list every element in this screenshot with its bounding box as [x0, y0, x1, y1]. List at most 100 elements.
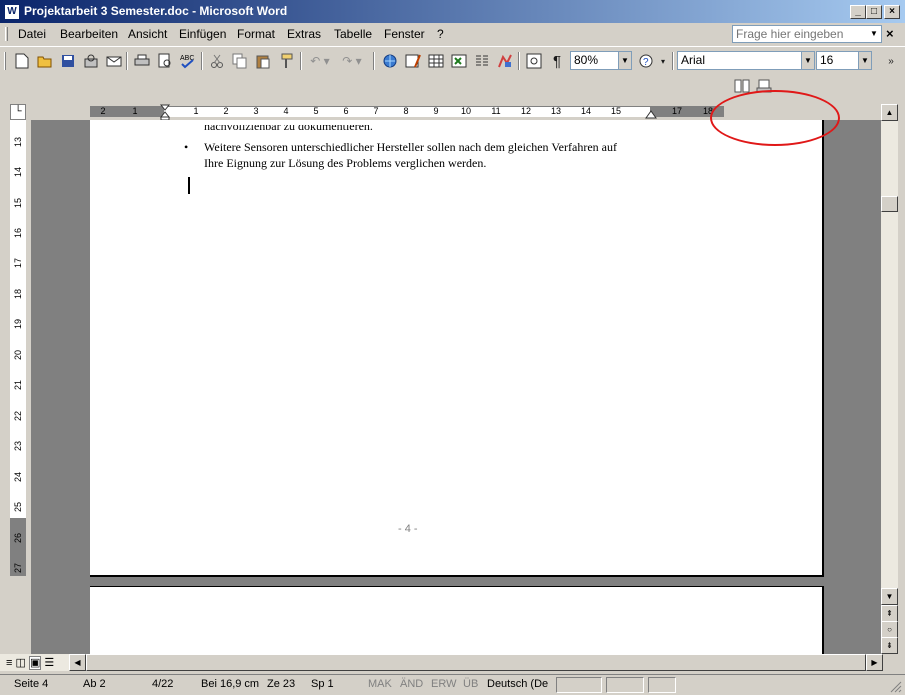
font-size-value: 16 [820, 53, 834, 67]
tab-selector[interactable]: └ [10, 104, 26, 120]
new-icon[interactable] [12, 52, 32, 70]
ruler-number: 9 [433, 106, 439, 116]
status-panel [648, 677, 676, 693]
insert-excel-icon[interactable] [449, 52, 469, 70]
menu-einfuegen[interactable]: Einfügen [179, 27, 226, 41]
status-bar: Seite 4 Ab 2 4/22 Bei 16,9 cm Ze 23 Sp 1… [0, 674, 905, 695]
ruler-number: 14 [580, 106, 592, 116]
ruler-number: 23 [13, 440, 23, 451]
chevron-down-icon[interactable]: ▼ [868, 27, 880, 41]
status-page[interactable]: Seite 4 [14, 678, 48, 690]
horizontal-scroll-thumb[interactable] [86, 654, 866, 671]
status-column: Sp 1 [311, 678, 334, 690]
hyperlink-icon[interactable] [380, 52, 400, 70]
chevron-down-icon[interactable]: ▼ [618, 52, 631, 69]
resize-grip-icon[interactable] [890, 681, 902, 693]
select-browse-object-button[interactable]: ○ [881, 621, 898, 638]
format-painter-icon[interactable] [276, 52, 296, 70]
help-question-input[interactable] [733, 26, 865, 42]
font-combo[interactable]: Arial ▼ [677, 51, 815, 70]
font-size-combo[interactable]: 16 ▼ [816, 51, 872, 70]
toolbar-options-icon[interactable]: ▾ [658, 52, 668, 70]
ruler-number: 2 [100, 106, 106, 116]
scroll-right-button[interactable]: ▶ [866, 654, 883, 671]
drawing-icon[interactable] [495, 52, 515, 70]
show-hide-icon[interactable]: ¶ [547, 52, 567, 70]
status-page-count: 4/22 [152, 678, 174, 690]
status-macro-record[interactable]: MAK [368, 678, 392, 690]
chevron-down-icon[interactable]: ▼ [858, 52, 871, 69]
maximize-button[interactable]: □ [866, 5, 882, 19]
scroll-down-button[interactable]: ▼ [881, 588, 898, 605]
save-icon[interactable] [58, 52, 78, 70]
next-page[interactable] [90, 586, 824, 654]
document-map-icon[interactable] [524, 52, 544, 70]
print-layout-view-icon[interactable]: ▣ [28, 656, 42, 670]
horizontal-scrollbar[interactable]: ≡ ◫ ▣ ☰ ◀ ▶ [0, 654, 883, 671]
cut-icon[interactable] [207, 52, 227, 70]
menu-bearbeiten[interactable]: Bearbeiten [60, 27, 118, 41]
menu-extras[interactable]: Extras [287, 27, 321, 41]
spelling-icon[interactable]: ABC [178, 52, 198, 70]
menu-ansicht[interactable]: Ansicht [128, 27, 167, 41]
right-indent-marker-icon[interactable] [645, 109, 657, 119]
previous-page-button[interactable]: ⇞ [881, 605, 898, 622]
toolbar-grip[interactable] [4, 52, 6, 70]
vertical-ruler[interactable]: 13 14 15 16 17 18 19 20 21 22 23 24 25 2… [10, 120, 26, 576]
close-button[interactable]: × [884, 5, 900, 19]
menu-tabelle[interactable]: Tabelle [334, 27, 372, 41]
next-page-button[interactable]: ⇟ [881, 637, 898, 654]
ruler-number: 19 [13, 318, 23, 329]
status-extend[interactable]: ERW [431, 678, 456, 690]
close-document-button[interactable]: × [886, 26, 894, 41]
undo-icon[interactable]: ↶ ▾ [306, 52, 334, 70]
ruler-number: 1 [193, 106, 199, 116]
ruler-number: 22 [13, 410, 23, 421]
ruler-number: 15 [13, 197, 23, 208]
insert-table-icon[interactable] [426, 52, 446, 70]
vertical-scrollbar[interactable]: ▲ ▼ ⇞ ○ ⇟ [881, 104, 898, 654]
chevron-down-icon[interactable]: ▼ [801, 52, 814, 69]
font-name-value: Arial [681, 53, 706, 67]
web-layout-icon[interactable]: ◫ [15, 657, 25, 669]
email-icon[interactable] [104, 52, 124, 70]
menubar-grip[interactable] [5, 27, 8, 41]
print-icon[interactable] [132, 52, 152, 70]
help-icon[interactable]: ? [636, 52, 660, 70]
paste-icon[interactable] [253, 52, 273, 70]
menu-bar: Datei Bearbeiten Ansicht Einfügen Format… [0, 23, 905, 45]
window-title: Projektarbeit 3 Semester.doc - Microsoft… [24, 4, 288, 18]
open-icon[interactable] [35, 52, 55, 70]
document-area[interactable]: nachvollziehbar zu dokumentieren. • Weit… [31, 120, 881, 654]
menu-fenster[interactable]: Fenster [384, 27, 425, 41]
print-preview-icon[interactable] [155, 52, 175, 70]
zoom-combo[interactable]: 80% ▼ [570, 51, 632, 70]
menu-format[interactable]: Format [237, 27, 275, 41]
scroll-up-button[interactable]: ▲ [881, 104, 898, 121]
minimize-button[interactable]: _ [850, 5, 866, 19]
status-language[interactable]: Deutsch (De [487, 678, 548, 690]
columns-icon[interactable] [472, 52, 492, 70]
zoom-value: 80% [574, 53, 599, 67]
word-app-icon[interactable]: W [4, 4, 20, 20]
permission-icon[interactable] [81, 52, 101, 70]
indent-marker-icon[interactable] [159, 104, 171, 120]
redo-icon[interactable]: ↷ ▾ [338, 52, 366, 70]
ruler-number: 5 [313, 106, 319, 116]
menu-datei[interactable]: Datei [18, 27, 46, 41]
status-track-changes[interactable]: ÄND [400, 678, 423, 690]
bullet-text-line: Weitere Sensoren unterschiedlicher Herst… [204, 140, 617, 154]
menu-help[interactable]: ? [437, 27, 444, 41]
page[interactable]: nachvollziehbar zu dokumentieren. • Weit… [90, 120, 824, 577]
toolbar-overflow-icon[interactable]: » [884, 52, 898, 70]
status-line: Ze 23 [267, 678, 296, 690]
scroll-left-button[interactable]: ◀ [69, 654, 86, 671]
scroll-thumb[interactable] [881, 196, 898, 212]
toolbar-grip[interactable] [672, 52, 674, 70]
copy-icon[interactable] [230, 52, 250, 70]
outline-view-icon[interactable]: ☰ [44, 657, 54, 669]
help-question-box[interactable]: ▼ [732, 25, 882, 43]
status-overtype[interactable]: ÜB [463, 678, 478, 690]
normal-view-icon[interactable]: ≡ [6, 657, 12, 669]
tables-borders-icon[interactable] [403, 52, 423, 70]
